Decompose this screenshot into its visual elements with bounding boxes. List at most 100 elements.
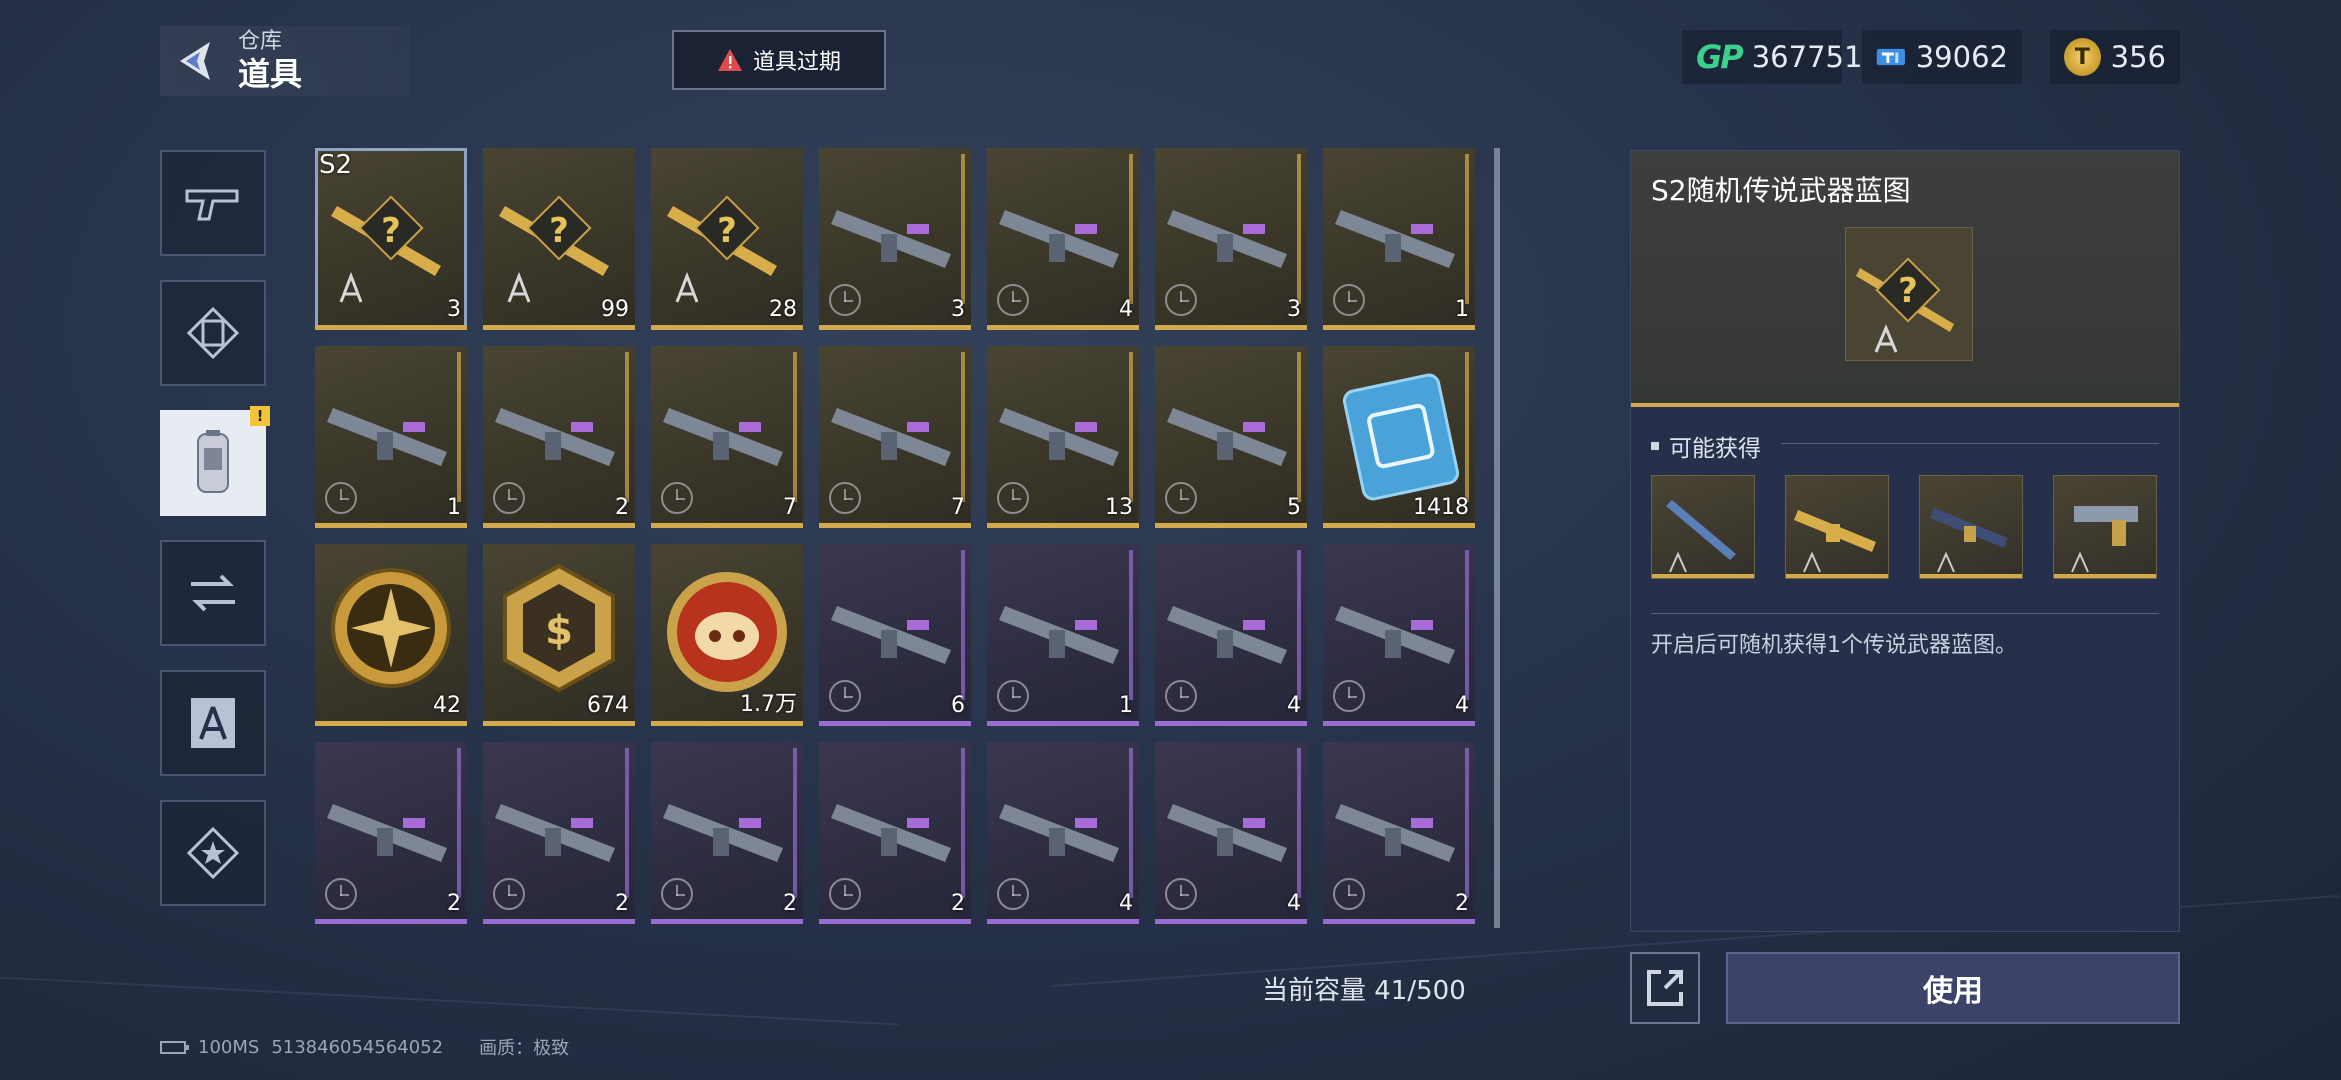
svg-text:$: $ (545, 608, 573, 654)
possible-rewards-label: 可能获得 (1669, 436, 1761, 462)
slot-frame (1297, 154, 1301, 304)
item-slot[interactable]: 2 (1323, 742, 1475, 924)
item-slot[interactable]: 2 (651, 742, 803, 924)
item-detail-panel: S2随机传说武器蓝图 ? 可能获得 开启后可随机获得1个传说武器蓝图。 (1630, 150, 2180, 932)
item-slot[interactable]: 1 (1323, 148, 1475, 330)
clock-icon (493, 482, 525, 514)
slot-frame (1465, 550, 1469, 700)
item-slot[interactable]: 4 (1155, 742, 1307, 924)
item-slot[interactable]: 2 (315, 742, 467, 924)
graphics-quality: 画质：极致 (479, 1038, 570, 1059)
item-slot[interactable]: 3 (1155, 148, 1307, 330)
side-tab-favorites[interactable] (160, 800, 266, 906)
side-tab-skins[interactable] (160, 280, 266, 386)
breadcrumb: 仓库 (238, 29, 283, 54)
side-tab-weapons[interactable] (160, 150, 266, 256)
item-season-tag: S2 (319, 150, 353, 180)
item-slot[interactable]: ? 28 (651, 148, 803, 330)
item-slot[interactable]: 1.7万 (651, 544, 803, 726)
item-count: 42 (433, 693, 461, 718)
reward-item[interactable] (2053, 475, 2157, 579)
slot-frame (625, 352, 629, 502)
item-slot[interactable]: 3 (819, 148, 971, 330)
currency-ticket[interactable]: 39062 (1862, 30, 2022, 84)
slot-frame (793, 352, 797, 502)
item-slot[interactable]: 1 (987, 544, 1139, 726)
item-slot[interactable]: 7 (819, 346, 971, 528)
clock-icon (325, 878, 357, 910)
expired-items-button[interactable]: 道具过期 (672, 30, 886, 90)
ping-value: 100MS (198, 1036, 260, 1058)
reward-item[interactable] (1785, 475, 1889, 579)
item-slot[interactable]: ? 99 (483, 148, 635, 330)
expired-items-label: 道具过期 (752, 50, 841, 75)
item-slot[interactable]: 4 (987, 742, 1139, 924)
item-slot[interactable]: 2 (483, 346, 635, 528)
item-slot[interactable]: 4 (1155, 544, 1307, 726)
item-count: 1418 (1413, 495, 1469, 520)
item-slot[interactable]: 13 (987, 346, 1139, 528)
side-tab-blueprints[interactable] (160, 670, 266, 776)
reward-item[interactable] (1651, 475, 1755, 579)
divider (1651, 613, 2159, 614)
clock-icon (1333, 680, 1365, 712)
item-slot[interactable]: $674 (483, 544, 635, 726)
item-slot[interactable]: 6 (819, 544, 971, 726)
item-slot[interactable]: 1 (315, 346, 467, 528)
reward-item[interactable] (1919, 475, 2023, 579)
skin-icon (186, 306, 240, 360)
side-tab-items[interactable]: ! (160, 406, 270, 516)
user-id: 513846054564052 (271, 1036, 444, 1058)
slot-frame (1129, 748, 1133, 898)
star-icon (186, 826, 240, 880)
currency-gp[interactable]: GP 367751 (1682, 30, 1862, 84)
item-slot[interactable]: 42 (315, 544, 467, 726)
currency-coin[interactable]: T 356 (2050, 30, 2180, 84)
back-button[interactable]: 仓库 道具 (160, 26, 410, 96)
status-bar: 100MS 513846054564052 画质：极致 (160, 1034, 569, 1060)
item-count: 674 (587, 693, 629, 718)
slot-frame (961, 154, 965, 304)
item-count: 4 (1119, 891, 1133, 916)
blueprint-rifle-icon: ? (1856, 257, 1954, 353)
item-count: 1 (447, 495, 461, 520)
slot-frame (1297, 352, 1301, 502)
clock-icon (1333, 878, 1365, 910)
battery-icon (160, 1040, 189, 1054)
possible-rewards-heading: 可能获得 (1651, 429, 1761, 463)
item-slot[interactable]: 2 (819, 742, 971, 924)
item-count: 13 (1105, 495, 1133, 520)
item-slot[interactable]: 7 (651, 346, 803, 528)
grid-scrollbar[interactable] (1494, 148, 1500, 928)
clock-icon (997, 680, 1029, 712)
item-count: 99 (601, 297, 629, 322)
detail-description: 开启后可随机获得1个传说武器蓝图。 (1651, 633, 2017, 658)
item-slot[interactable]: 4 (987, 148, 1139, 330)
item-count: 28 (769, 297, 797, 322)
item-slot[interactable]: 2 (483, 742, 635, 924)
item-slot[interactable]: 4 (1323, 544, 1475, 726)
item-count: 4 (1287, 693, 1301, 718)
clock-icon (325, 482, 357, 514)
side-tab-exchange[interactable] (160, 540, 266, 646)
detail-title: S2随机传说武器蓝图 (1651, 174, 1911, 207)
slot-frame (1129, 352, 1133, 502)
item-slot[interactable]: ? S2 3 (315, 148, 467, 330)
detail-header: S2随机传说武器蓝图 ? (1631, 151, 2179, 407)
slot-frame (1465, 352, 1469, 502)
capacity-label: 当前容量 41/500 (1262, 976, 1466, 1006)
clock-icon (1165, 482, 1197, 514)
item-slot[interactable]: 5 (1155, 346, 1307, 528)
clock-icon (1165, 878, 1197, 910)
item-slot[interactable]: 1418 (1323, 346, 1475, 528)
slot-frame (1129, 154, 1133, 304)
blueprint-icon (191, 698, 235, 748)
blueprint-rifle-icon: ? (323, 156, 459, 316)
back-arrow-icon (160, 26, 230, 96)
divider (1781, 443, 2159, 444)
use-button[interactable]: 使用 (1726, 952, 2180, 1024)
currency-coin-value: 356 (2110, 40, 2166, 74)
blueprint-rifle-icon: ? (491, 156, 627, 316)
share-button[interactable] (1630, 952, 1700, 1024)
clock-icon (829, 482, 861, 514)
